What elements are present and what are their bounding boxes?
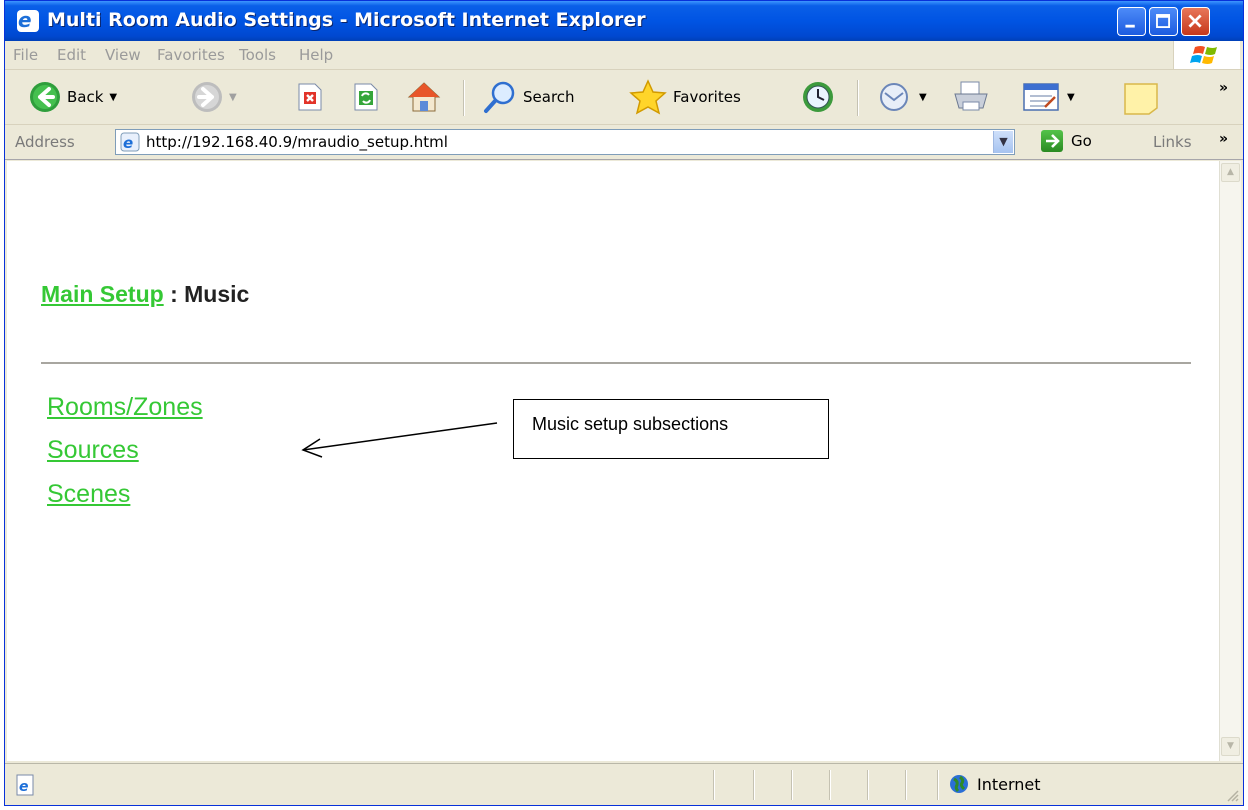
- status-pane-divider: [829, 770, 831, 800]
- rooms-zones-link[interactable]: Rooms/Zones: [47, 393, 203, 422]
- search-label: Search: [523, 88, 575, 106]
- print-icon: [954, 81, 988, 111]
- back-arrow-icon: [30, 82, 60, 112]
- back-label: Back: [67, 88, 104, 106]
- scenes-link[interactable]: Scenes: [47, 480, 130, 509]
- status-pane-divider: [753, 770, 755, 800]
- security-zone: Internet: [949, 774, 1041, 794]
- address-url[interactable]: http://192.168.40.9/mraudio_setup.html: [146, 133, 448, 151]
- title-bar[interactable]: e Multi Room Audio Settings - Microsoft …: [5, 1, 1243, 41]
- toolbar-separator: [463, 80, 465, 116]
- favorites-star-icon: [629, 79, 667, 115]
- forward-arrow-icon: [192, 82, 222, 112]
- favorites-button[interactable]: Favorites: [629, 79, 741, 115]
- vertical-scrollbar[interactable]: ▲ ▼: [1219, 161, 1241, 761]
- toolbar-separator: [857, 80, 859, 116]
- status-pane-divider: [867, 770, 869, 800]
- edit-dropdown-icon[interactable]: ▼: [1067, 92, 1075, 103]
- svg-text:e: e: [123, 134, 133, 152]
- standard-toolbar: Back ▼ ▼ Search Favorites ▼ ▼ »: [5, 70, 1243, 125]
- page-ie-icon: e: [120, 132, 140, 152]
- main-setup-link[interactable]: Main Setup: [41, 281, 164, 307]
- maximize-button[interactable]: [1149, 7, 1178, 36]
- discuss-button[interactable]: [1123, 82, 1159, 116]
- current-section-label: Music: [184, 281, 250, 307]
- horizontal-rule: [41, 362, 1191, 364]
- breadcrumb-separator: :: [170, 281, 178, 307]
- back-button[interactable]: Back ▼: [29, 81, 117, 113]
- refresh-icon: [354, 83, 378, 111]
- minimize-button[interactable]: [1117, 7, 1146, 36]
- menu-bar: File Edit View Favorites Tools Help: [5, 41, 1243, 70]
- svg-text:e: e: [19, 779, 29, 795]
- status-pane-divider: [713, 770, 715, 800]
- page-content: Main Setup : Music Rooms/Zones Sources S…: [7, 161, 1219, 761]
- menu-view[interactable]: View: [105, 46, 141, 64]
- zone-label: Internet: [977, 774, 1041, 794]
- address-dropdown-icon[interactable]: ▼: [993, 131, 1013, 153]
- go-button[interactable]: Go: [1041, 130, 1092, 152]
- page-status-icon: e: [16, 774, 34, 796]
- edit-button[interactable]: ▼: [1021, 80, 1075, 114]
- mail-dropdown-icon[interactable]: ▼: [919, 92, 927, 103]
- address-bar: Address e http://192.168.40.9/mraudio_se…: [5, 125, 1243, 160]
- mail-button[interactable]: ▼: [879, 82, 927, 112]
- scroll-up-icon[interactable]: ▲: [1221, 163, 1240, 182]
- print-button[interactable]: [951, 80, 991, 114]
- windows-logo-icon: [1173, 41, 1240, 69]
- go-label: Go: [1071, 132, 1092, 150]
- favorites-label: Favorites: [673, 88, 741, 106]
- back-dropdown-icon[interactable]: ▼: [109, 92, 117, 103]
- home-icon: [407, 82, 441, 112]
- ie-logo-icon: e: [17, 8, 39, 32]
- refresh-button[interactable]: [351, 82, 381, 112]
- menu-help[interactable]: Help: [299, 46, 333, 64]
- status-bar: e Internet: [5, 763, 1243, 805]
- close-icon: [1188, 14, 1202, 28]
- links-label[interactable]: Links: [1153, 133, 1192, 151]
- callout-arrow: [301, 422, 498, 458]
- resize-grip-icon[interactable]: [1225, 788, 1239, 802]
- address-label: Address: [15, 133, 75, 151]
- page-heading: Main Setup : Music: [41, 281, 249, 308]
- forward-button[interactable]: ▼: [191, 81, 237, 113]
- history-icon: [803, 82, 833, 112]
- close-button[interactable]: [1181, 7, 1210, 36]
- search-button[interactable]: Search: [483, 80, 575, 114]
- menu-file[interactable]: File: [13, 46, 38, 64]
- address-field[interactable]: e http://192.168.40.9/mraudio_setup.html…: [115, 129, 1015, 155]
- toolbar-overflow-chevron-icon[interactable]: »: [1219, 80, 1228, 96]
- history-button[interactable]: [801, 80, 835, 114]
- links-overflow-chevron-icon[interactable]: »: [1219, 131, 1228, 147]
- maximize-icon: [1156, 14, 1171, 29]
- menu-tools[interactable]: Tools: [239, 46, 276, 64]
- sources-link[interactable]: Sources: [47, 436, 139, 465]
- note-icon: [1124, 83, 1158, 115]
- callout-text: Music setup subsections: [532, 414, 729, 434]
- search-icon: [484, 81, 515, 113]
- status-pane-divider: [937, 770, 939, 800]
- minimize-icon: [1125, 24, 1135, 28]
- globe-icon: [950, 775, 968, 793]
- menu-favorites[interactable]: Favorites: [157, 46, 225, 64]
- scroll-down-icon[interactable]: ▼: [1221, 737, 1240, 756]
- forward-dropdown-icon[interactable]: ▼: [229, 92, 237, 103]
- stop-button[interactable]: [295, 82, 325, 112]
- edit-page-icon: [1023, 83, 1059, 111]
- mail-icon: [880, 83, 908, 111]
- status-pane-divider: [791, 770, 793, 800]
- menu-edit[interactable]: Edit: [57, 46, 86, 64]
- window-title: Multi Room Audio Settings - Microsoft In…: [47, 9, 646, 31]
- browser-window: e Multi Room Audio Settings - Microsoft …: [4, 0, 1244, 806]
- home-button[interactable]: [407, 80, 441, 114]
- status-pane-divider: [905, 770, 907, 800]
- go-arrow-icon: [1041, 130, 1063, 152]
- stop-icon: [298, 83, 322, 111]
- annotation-callout-box: Music setup subsections: [513, 399, 829, 459]
